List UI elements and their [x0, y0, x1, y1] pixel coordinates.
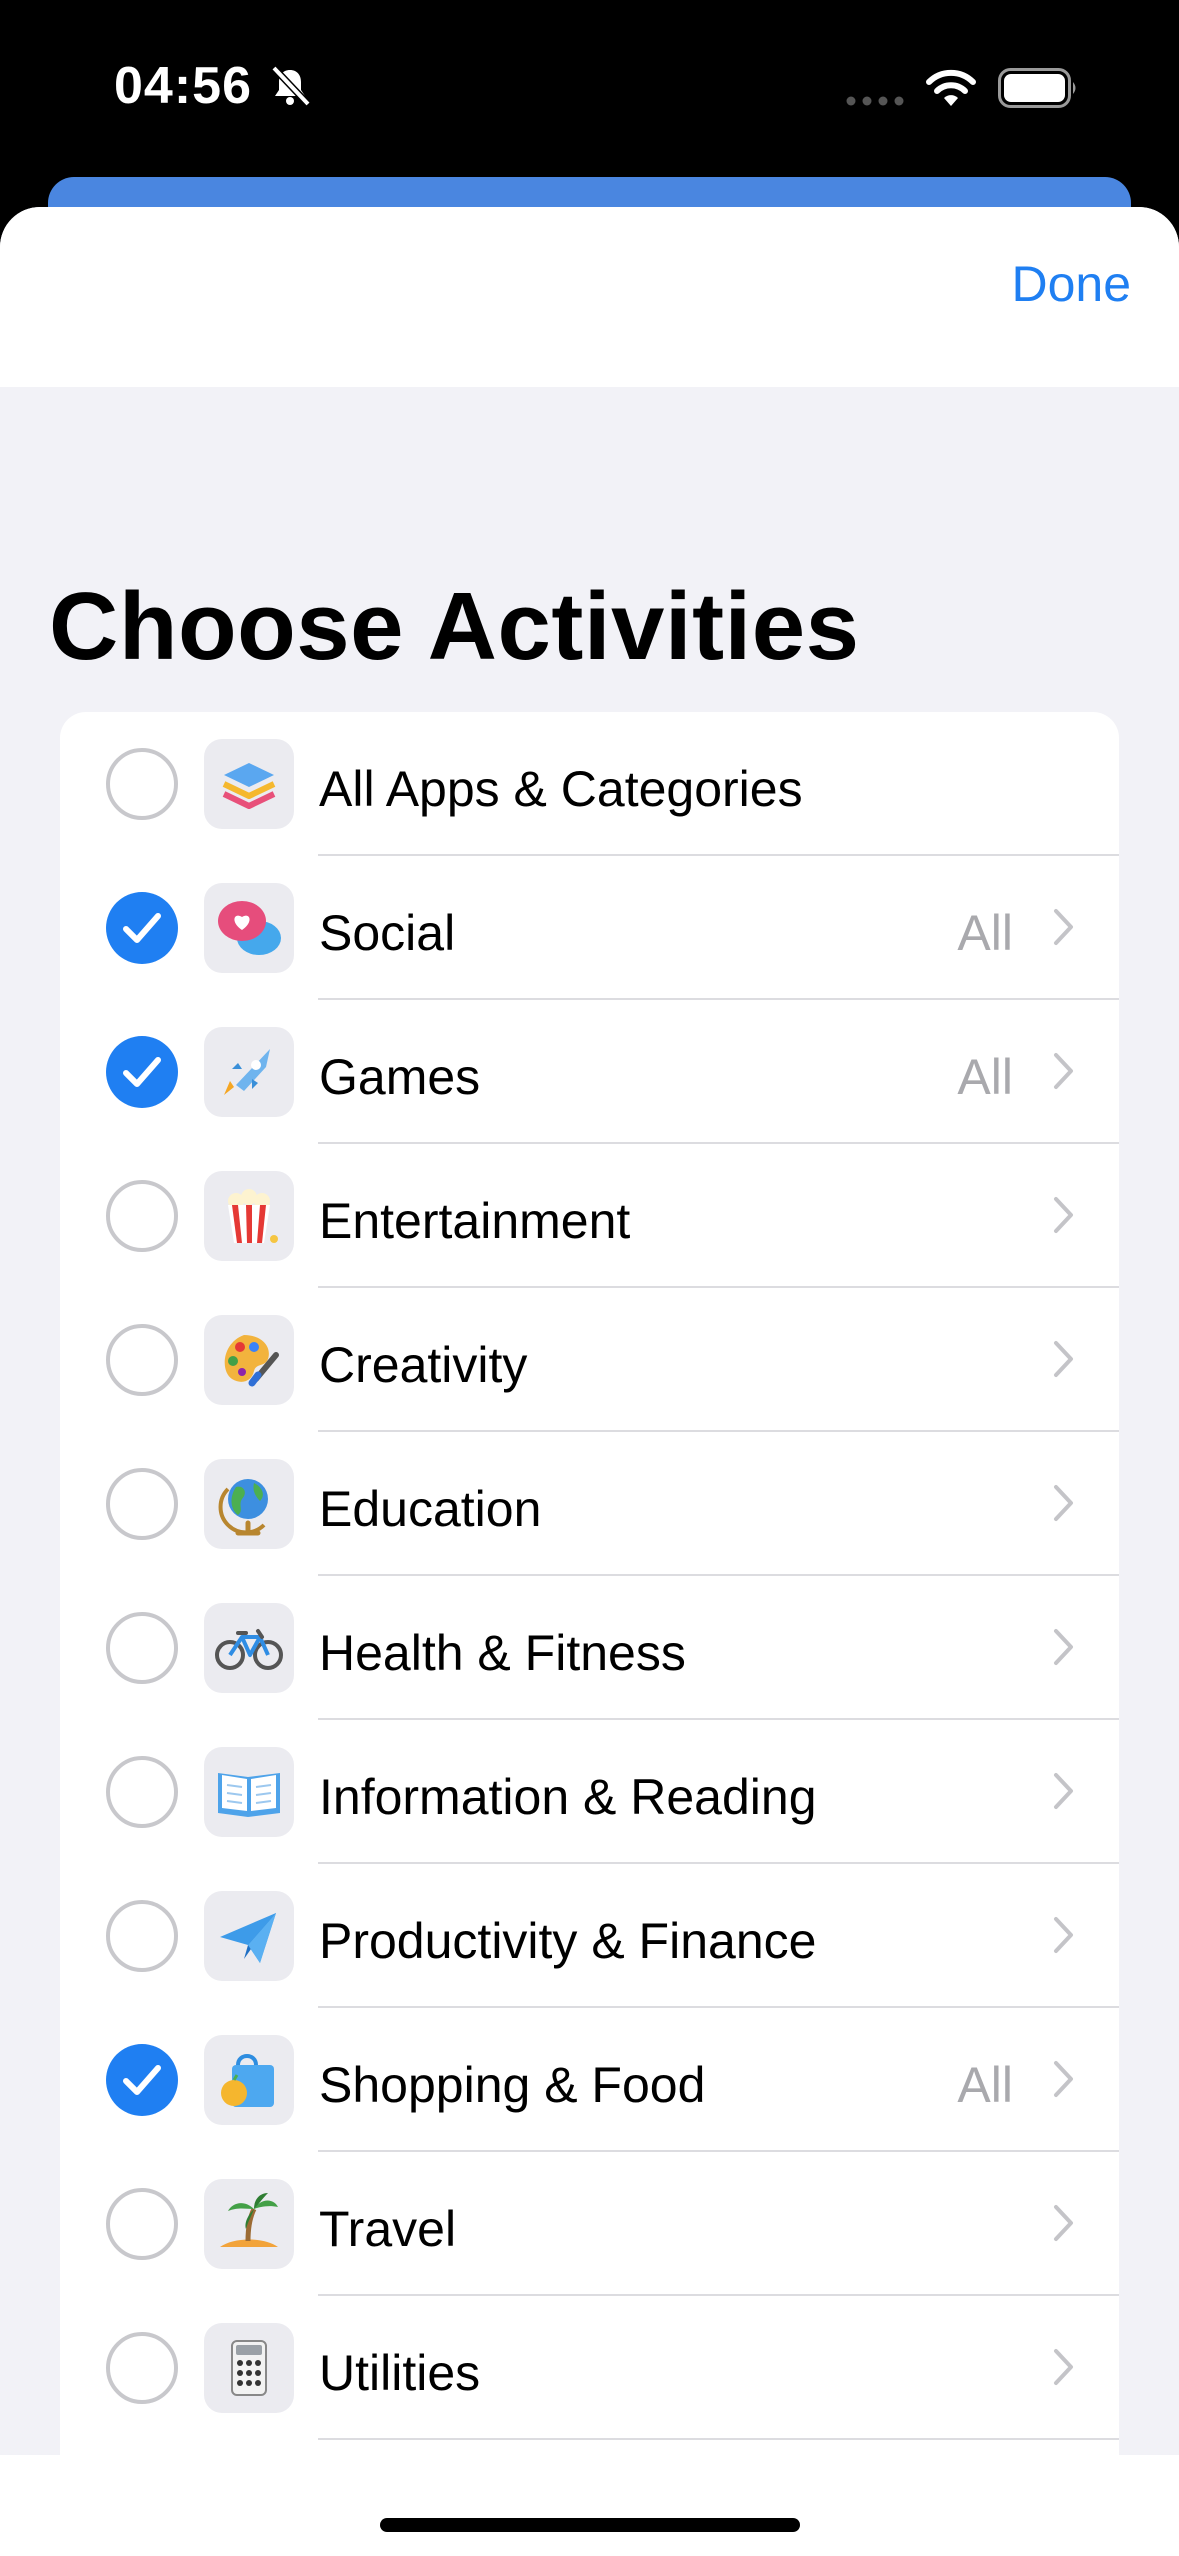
checkbox[interactable]: [106, 748, 178, 820]
popcorn-icon: [204, 1171, 294, 1261]
checkbox[interactable]: [106, 1036, 178, 1108]
chevron-right-icon: [1054, 1053, 1073, 1089]
rocket-icon: [204, 1027, 294, 1117]
chevron-right-icon: [1054, 909, 1073, 945]
category-label: Education: [319, 1481, 542, 1537]
list-item[interactable]: Creativity: [60, 1288, 1119, 1432]
palm-tree-icon: [204, 2179, 294, 2269]
bicycle-icon: [204, 1603, 294, 1693]
checkbox[interactable]: [106, 2332, 178, 2404]
chevron-right-icon: [1054, 2061, 1073, 2097]
sheet-nav-bar: Done: [0, 207, 1179, 387]
stack-icon: [204, 739, 294, 829]
category-label: Travel: [319, 2201, 457, 2257]
palette-icon: [204, 1315, 294, 1405]
detail-value: All: [957, 2057, 1013, 2113]
battery-icon: [998, 68, 1076, 108]
list-item[interactable]: All Apps & Categories: [60, 712, 1119, 856]
list-item[interactable]: Information & Reading: [60, 1720, 1119, 1864]
checkbox[interactable]: [106, 1900, 178, 1972]
chevron-right-icon: [1054, 2205, 1073, 2241]
category-label: Productivity & Finance: [319, 1913, 817, 1969]
checkbox[interactable]: [106, 2188, 178, 2260]
chevron-right-icon: [1054, 1917, 1073, 1953]
home-indicator[interactable]: [380, 2518, 800, 2532]
chevron-right-icon: [1054, 1341, 1073, 1377]
category-label: Entertainment: [319, 1193, 631, 1249]
chevron-right-icon: [1054, 1629, 1073, 1665]
category-label: Information & Reading: [319, 1769, 817, 1825]
list-item[interactable]: Travel: [60, 2152, 1119, 2296]
list-item[interactable]: Education: [60, 1432, 1119, 1576]
row-separator: [318, 2438, 1119, 2440]
checkbox[interactable]: [106, 1180, 178, 1252]
checkbox[interactable]: [106, 1468, 178, 1540]
checkbox[interactable]: [106, 1612, 178, 1684]
detail-value: All: [957, 1049, 1013, 1105]
chevron-right-icon: [1054, 1485, 1073, 1521]
globe-icon: [204, 1459, 294, 1549]
list-item[interactable]: Health & Fitness: [60, 1576, 1119, 1720]
categories-list: All Apps & Categories Social All Games A…: [60, 712, 1119, 2512]
category-label: Shopping & Food: [319, 2057, 706, 2113]
bottom-safe-area: [0, 2455, 1179, 2556]
category-label: Health & Fitness: [319, 1625, 686, 1681]
category-label: Social: [319, 905, 456, 961]
status-time: 04:56: [114, 57, 252, 115]
category-label: Utilities: [319, 2345, 481, 2401]
checkbox[interactable]: [106, 1324, 178, 1396]
shopping-bag-icon: [204, 2035, 294, 2125]
list-item[interactable]: Shopping & Food All: [60, 2008, 1119, 2152]
list-item[interactable]: Productivity & Finance: [60, 1864, 1119, 2008]
category-label: Creativity: [319, 1337, 528, 1393]
chevron-right-icon: [1054, 2349, 1073, 2385]
list-item[interactable]: Games All: [60, 1000, 1119, 1144]
category-label: Games: [319, 1049, 481, 1105]
page-title: Choose Activities: [49, 573, 860, 680]
wifi-icon: [926, 69, 976, 106]
chat-heart-icon: [204, 883, 294, 973]
list-item[interactable]: Social All: [60, 856, 1119, 1000]
chevron-right-icon: [1054, 1197, 1073, 1233]
silent-bell-icon: [271, 65, 311, 107]
calculator-icon: [204, 2323, 294, 2413]
cellular-signal-icon: [846, 96, 904, 106]
checkbox[interactable]: [106, 2044, 178, 2116]
category-label: All Apps & Categories: [319, 761, 803, 817]
list-item[interactable]: Entertainment: [60, 1144, 1119, 1288]
done-button[interactable]: Done: [1011, 255, 1131, 313]
chevron-right-icon: [1054, 1773, 1073, 1809]
checkbox[interactable]: [106, 1756, 178, 1828]
status-bar: 04:56: [0, 0, 1179, 180]
detail-value: All: [957, 905, 1013, 961]
book-icon: [204, 1747, 294, 1837]
list-item[interactable]: Utilities: [60, 2296, 1119, 2440]
paper-plane-icon: [204, 1891, 294, 1981]
checkbox[interactable]: [106, 892, 178, 964]
